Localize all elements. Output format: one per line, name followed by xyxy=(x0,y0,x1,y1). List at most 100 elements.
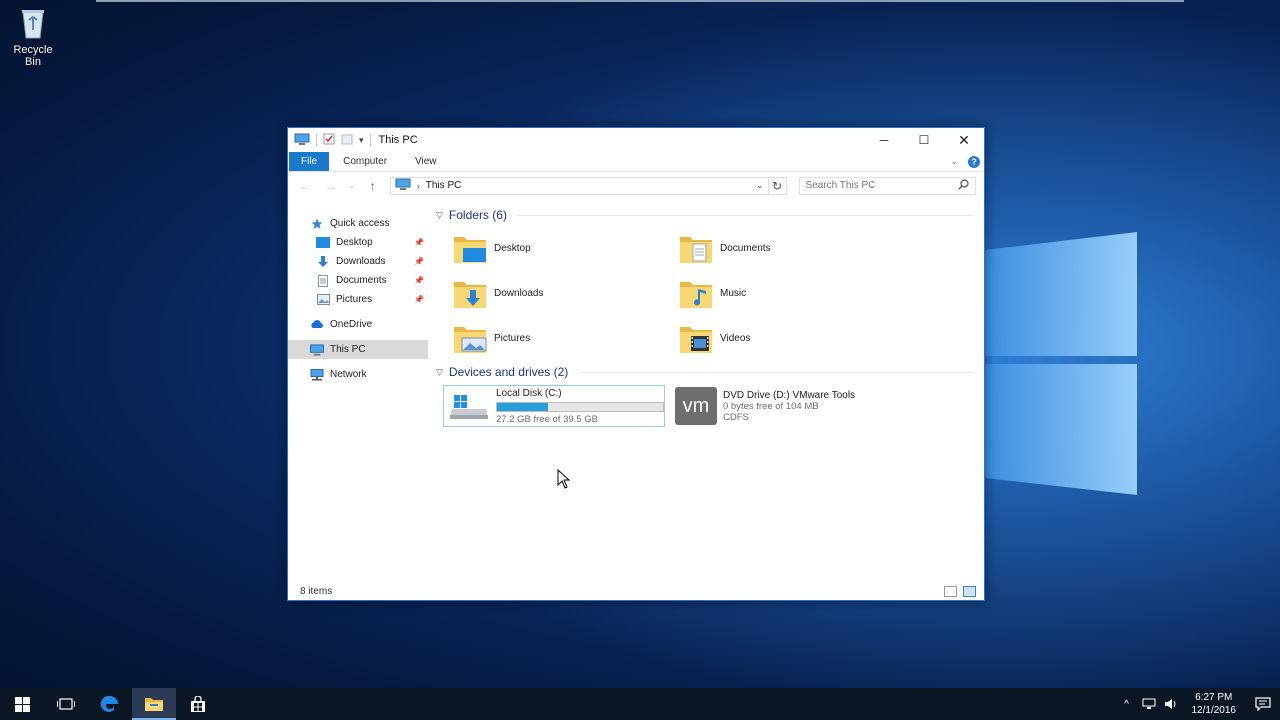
show-hidden-icons-chevron-icon[interactable]: ^ xyxy=(1116,699,1138,710)
address-dropdown-icon[interactable]: ⌄ xyxy=(756,180,768,191)
drive-d-name: DVD Drive (D:) VMware Tools xyxy=(723,389,856,401)
recycle-bin-label: Recycle Bin xyxy=(13,44,53,68)
refresh-button[interactable]: ↻ xyxy=(768,176,787,195)
folders-group-header[interactable]: ▽ Folders (6) xyxy=(436,206,984,224)
large-icons-view-button[interactable] xyxy=(963,585,976,597)
pictures-folder-icon xyxy=(452,321,488,357)
close-button[interactable]: ✕ xyxy=(944,128,984,152)
folder-music[interactable]: Music xyxy=(678,271,904,316)
content-pane: ▽ Folders (6) Desktop Documents Download… xyxy=(428,200,984,582)
folder-desktop[interactable]: Desktop xyxy=(452,226,678,271)
devices-group-title: Devices and drives (2) xyxy=(448,365,569,379)
store-button[interactable] xyxy=(176,688,220,720)
start-button[interactable] xyxy=(0,688,44,720)
nav-quick-access[interactable]: Quick access xyxy=(288,214,428,233)
title-bar[interactable]: ▾ This PC ─ ☐ ✕ xyxy=(288,128,984,152)
navigation-bar: ← → ⌄ ↑ › This PC ⌄ ↻ Search This PC xyxy=(288,172,984,199)
folder-desktop-label: Desktop xyxy=(494,243,531,254)
forward-button[interactable]: → xyxy=(322,177,340,195)
documents-folder-icon xyxy=(678,231,714,267)
action-center-button[interactable] xyxy=(1246,697,1280,711)
file-explorer-icon xyxy=(145,697,163,711)
taskbar: ^ 6:27 PM 12/1/2016 xyxy=(0,688,1280,720)
clock-date: 12/1/2016 xyxy=(1191,705,1237,716)
close-icon: ✕ xyxy=(958,131,970,148)
vmware-dvd-icon: vm xyxy=(675,387,717,425)
windows-drive-icon xyxy=(448,388,490,424)
nav-pictures-label: Pictures xyxy=(336,294,373,305)
clock-time: 6:27 PM xyxy=(1195,692,1233,703)
this-pc-window-icon xyxy=(294,133,310,148)
drive-d-space: 0 bytes free of 104 MB xyxy=(723,400,819,412)
quick-access-toolbar: ▾ xyxy=(294,133,371,148)
details-view-button[interactable] xyxy=(944,585,957,597)
system-tray: ^ 6:27 PM 12/1/2016 xyxy=(1116,688,1280,720)
file-explorer-taskbar-button[interactable] xyxy=(132,688,176,720)
status-bar: 8 items xyxy=(288,582,984,600)
tab-file[interactable]: File xyxy=(289,152,330,171)
recent-locations-button[interactable]: ⌄ xyxy=(348,177,356,195)
recycle-bin-icon xyxy=(18,6,48,40)
breadcrumb-separator-icon[interactable]: › xyxy=(417,181,420,191)
nav-downloads-label: Downloads xyxy=(336,256,386,267)
collapse-chevron-icon: ▽ xyxy=(436,209,443,220)
up-button[interactable]: ↑ xyxy=(364,177,382,195)
properties-icon[interactable] xyxy=(323,133,335,148)
nav-documents[interactable]: Documents 📌 xyxy=(288,271,428,290)
search-input[interactable]: Search This PC xyxy=(798,176,976,195)
file-explorer-window: ▾ This PC ─ ☐ ✕ File Computer View ⌄ ? ←… xyxy=(287,127,985,601)
drive-c-usage-fill xyxy=(497,402,549,411)
refresh-icon: ↻ xyxy=(772,178,783,193)
help-icon[interactable]: ? xyxy=(968,155,980,168)
tab-view[interactable]: View xyxy=(401,152,451,171)
forward-arrow-icon: → xyxy=(324,178,337,193)
up-arrow-icon: ↑ xyxy=(369,178,376,193)
tab-computer[interactable]: Computer xyxy=(329,152,401,171)
volume-icon[interactable] xyxy=(1160,698,1182,710)
address-bar[interactable]: › This PC ⌄ xyxy=(389,176,769,195)
pin-icon[interactable]: 📌 xyxy=(414,276,424,285)
new-folder-icon[interactable] xyxy=(341,133,353,148)
drive-local-disk-c[interactable]: Local Disk (C:) 27.2 GB free of 39.5 GB xyxy=(443,385,665,427)
edge-button[interactable] xyxy=(88,688,132,720)
nav-this-pc-label: This PC xyxy=(330,344,366,355)
nav-pictures[interactable]: Pictures 📌 xyxy=(288,290,428,309)
folder-videos[interactable]: Videos xyxy=(678,316,904,361)
folder-documents[interactable]: Documents xyxy=(678,226,904,271)
recycle-bin-desktop-icon[interactable]: Recycle Bin xyxy=(4,6,62,68)
folders-grid: Desktop Documents Downloads Music Pictur… xyxy=(452,226,984,361)
customize-qat-chevron-icon[interactable]: ▾ xyxy=(359,135,364,146)
breadcrumb[interactable]: This PC xyxy=(426,180,462,191)
network-tray-icon[interactable] xyxy=(1138,698,1160,710)
maximize-button[interactable]: ☐ xyxy=(904,128,944,152)
nav-documents-label: Documents xyxy=(336,275,387,286)
nav-this-pc[interactable]: This PC xyxy=(288,340,428,359)
pin-icon[interactable]: 📌 xyxy=(414,238,424,247)
document-icon xyxy=(316,274,330,287)
store-bag-icon xyxy=(191,695,205,712)
nav-network[interactable]: Network xyxy=(288,365,428,384)
window-title: This PC xyxy=(378,134,418,146)
downloads-folder-icon xyxy=(452,276,488,312)
nav-downloads[interactable]: Downloads 📌 xyxy=(288,252,428,271)
drive-dvd-d[interactable]: vm DVD Drive (D:) VMware Tools 0 bytes f… xyxy=(671,385,893,427)
expand-ribbon-chevron-icon[interactable]: ⌄ xyxy=(950,156,958,167)
back-button[interactable]: ← xyxy=(296,177,314,195)
minimize-button[interactable]: ─ xyxy=(864,128,904,152)
clock[interactable]: 6:27 PM 12/1/2016 xyxy=(1182,691,1247,717)
star-icon xyxy=(310,218,324,230)
videos-folder-icon xyxy=(678,321,714,357)
folder-downloads[interactable]: Downloads xyxy=(452,271,678,316)
nav-onedrive[interactable]: OneDrive xyxy=(288,315,428,334)
task-view-button[interactable] xyxy=(44,688,88,720)
task-view-icon xyxy=(57,698,75,710)
edge-icon xyxy=(101,695,118,712)
cloud-icon xyxy=(310,319,324,331)
search-placeholder: Search This PC xyxy=(805,180,876,191)
folder-pictures[interactable]: Pictures xyxy=(452,316,678,361)
folder-documents-label: Documents xyxy=(720,243,771,254)
nav-desktop[interactable]: Desktop 📌 xyxy=(288,233,428,252)
pin-icon[interactable]: 📌 xyxy=(414,295,424,304)
pin-icon[interactable]: 📌 xyxy=(414,257,424,266)
devices-group-header[interactable]: ▽ Devices and drives (2) xyxy=(436,363,984,381)
